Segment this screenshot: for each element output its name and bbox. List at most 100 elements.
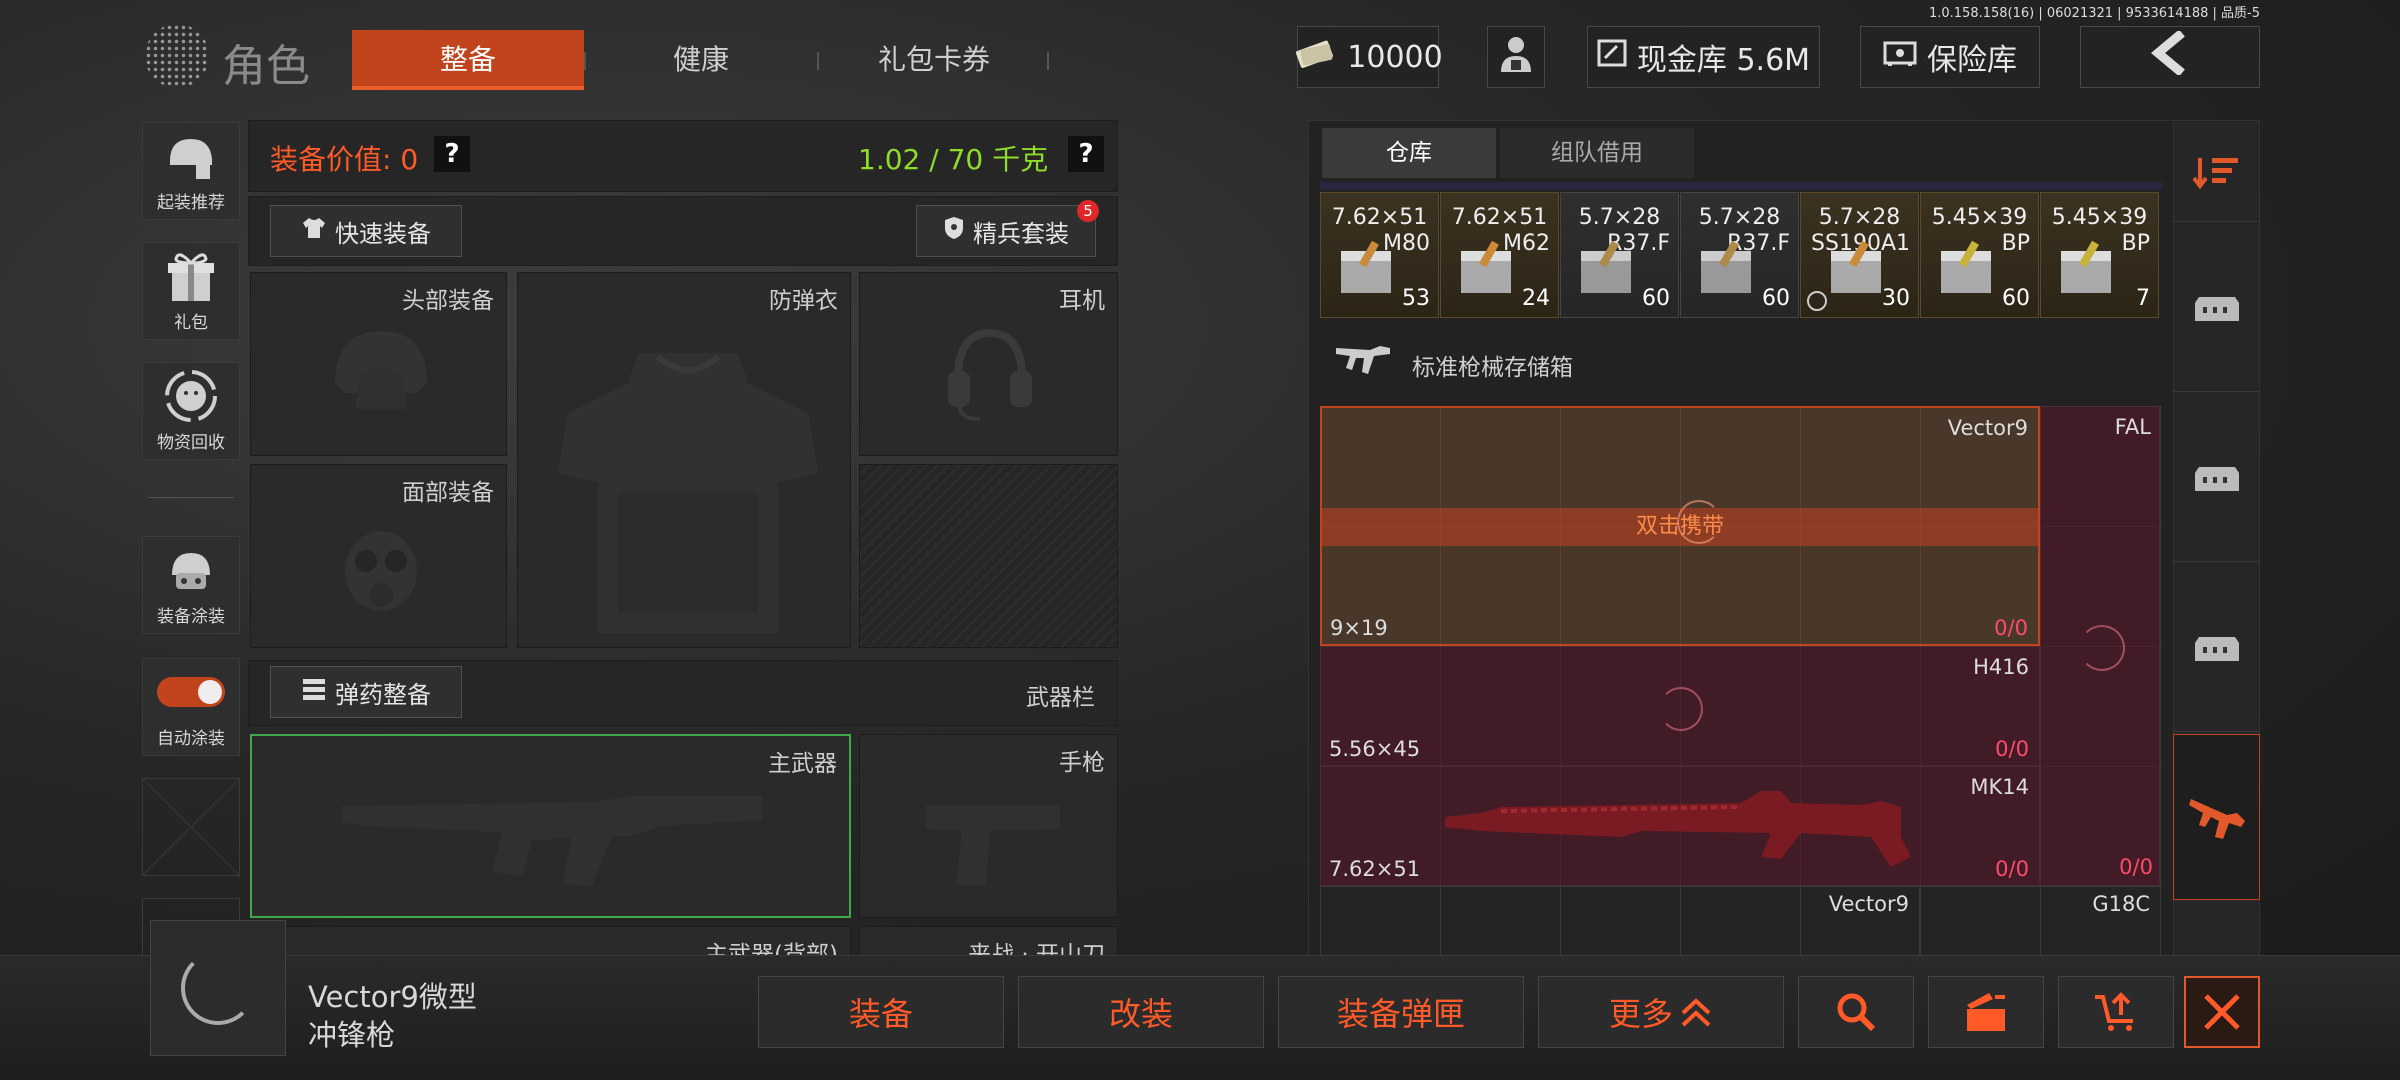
ammo-item[interactable]: 5.7×28 R37.F 60 [1560,192,1679,318]
weapon-bar-label: 武器栏 [1026,685,1095,711]
elite-suit-button[interactable]: 精兵套装 [916,205,1096,257]
sidebar-label: 物资回收 [157,433,225,453]
tab-gift-coupons[interactable]: 礼包卡券 [818,30,1050,90]
slot-label: 防弹衣 [769,288,838,314]
paint-helmet-icon [164,537,218,602]
weapon-name: H416 [1973,655,2029,679]
ammo-count: 0/0 [2119,855,2153,879]
mk14-rifle-icon [1445,791,1911,867]
ammo-box-icon [1941,241,1991,293]
pistol-slot[interactable]: 手枪 [859,734,1118,918]
sidebar-label: 起装推荐 [157,193,225,213]
caliber-label: 5.56×45 [1329,737,1421,761]
sell-button[interactable] [2058,976,2174,1048]
gift-button[interactable]: 礼包 [142,242,240,340]
cash-vault-button[interactable]: 现金库 5.6M [1587,26,1820,88]
tab-team-borrow[interactable]: 组队借用 [1500,128,1694,178]
headset-slot[interactable]: 耳机 [859,272,1118,456]
page-title: 角色 [222,41,310,92]
tab-equip[interactable]: 整备 [352,30,584,90]
gift-icon [166,243,216,308]
loading-spinner-icon [1659,687,1703,731]
elite-suit-label: 精兵套装 [973,219,1069,248]
ammo-item[interactable]: 5.45×39 BP 60 [1920,192,2039,318]
ammo-box-icon [1831,241,1881,293]
weapon-item-vector9-2[interactable]: Vector9 [1800,888,1920,958]
ammo-qty: 53 [1402,286,1430,311]
ammo-qty: 60 [1642,286,1670,311]
shirt-icon [301,216,327,246]
category-storage-3[interactable] [2173,562,2260,732]
head-slot[interactable]: 头部装备 [250,272,507,456]
face-slot[interactable]: 面部装备 [250,464,507,648]
trader-button[interactable] [1487,26,1545,88]
ammo-item[interactable]: 7.62×51 M62 24 [1440,192,1559,318]
trader-icon [1497,32,1535,82]
scroll-edge [1320,182,2162,190]
ammo-equip-button[interactable]: 弹药整备 [270,666,462,718]
weapon-item-fal[interactable]: FAL 0/0 [2040,406,2160,886]
ammo-caliber: 5.7×28 [1818,205,1901,230]
weapon-item-mk14[interactable]: MK14 7.62×51 0/0 [1320,766,2040,886]
shield-icon [943,215,965,247]
ammo-qty: 30 [1882,286,1910,311]
category-storage-2[interactable] [2173,392,2260,562]
loadout-recommend-button[interactable]: 起装推荐 [142,122,240,220]
storage-box-icon [2194,636,2239,661]
paint-button[interactable]: 装备涂装 [142,536,240,634]
cash-display[interactable]: 10000 [1296,26,1443,88]
tab-warehouse[interactable]: 仓库 [1322,128,1496,178]
safe-label: 保险库 [1927,43,2017,78]
category-storage-1[interactable] [2173,222,2260,392]
ammo-item[interactable]: 5.7×28 SS190A1 30 [1800,192,1919,318]
weapon-name: G18C [2092,892,2150,916]
weapon-item-vector9[interactable]: Vector9 双击携带 9×19 0/0 [1320,406,2040,646]
ammo-count: 0/0 [1994,616,2028,640]
safe-button[interactable]: 保险库 [1860,26,2040,88]
category-weapons[interactable] [2173,734,2260,900]
armor-slot[interactable]: 防弹衣 [517,272,851,648]
ammo-qty: 7 [2136,286,2150,311]
equip-magazine-button[interactable]: 装备弹匣 [1278,976,1524,1048]
value-help-icon[interactable]: ? [434,136,470,172]
back-button[interactable] [2080,26,2260,88]
search-button[interactable] [1798,976,1914,1048]
loading-spinner-icon [2079,625,2125,671]
ammo-item[interactable]: 5.45×39 BP 7 [2040,192,2159,318]
version-text: 1.0.158.158(16) | 06021321 | 9533614188 … [1928,6,2260,21]
weapon-item-g18c[interactable]: G18C [2040,888,2160,958]
loading-spinner-icon [181,951,255,1025]
recycle-button[interactable]: 物资回收 [142,362,240,460]
ammo-caliber: 5.7×28 [1578,205,1661,230]
ammo-caliber: 7.62×51 [1331,205,1428,230]
headset-icon [948,328,1032,421]
gas-mask-icon [345,531,417,611]
empty-slot [859,464,1118,648]
auto-paint-toggle[interactable]: 自动涂装 [142,658,240,756]
rifle-icon [1336,346,1390,374]
more-button[interactable]: 更多 [1538,976,1784,1048]
quick-equip-button[interactable]: 快速装备 [270,205,462,257]
weight-help-icon[interactable]: ? [1068,136,1104,172]
more-label: 更多 [1608,995,1673,1033]
ammo-caliber: 5.45×39 [1931,205,2028,230]
primary-weapon-slot[interactable]: 主武器 [250,734,851,918]
close-button[interactable] [2184,976,2260,1048]
container-open-icon [1967,993,2005,1031]
sort-button[interactable] [2173,122,2260,222]
equipment-value: 装备价值: 0 [270,143,419,176]
modify-button[interactable]: 改装 [1018,976,1264,1048]
open-container-button[interactable] [1928,976,2044,1048]
tab-health[interactable]: 健康 [585,30,817,90]
sidebar-label: 礼包 [174,313,208,333]
ammo-item[interactable]: 7.62×51 M80 53 [1320,192,1439,318]
selected-item-name: Vector9微型冲锋枪 [308,980,477,1052]
ammo-box-icon [1341,241,1391,293]
weapon-item-h416[interactable]: H416 5.56×45 0/0 [1320,646,2040,766]
slot-label: 面部装备 [402,480,494,506]
selected-item-thumbnail[interactable] [150,920,286,1056]
notification-badge: 5 [1077,200,1099,222]
ammo-box-icon [2061,241,2111,293]
equip-button[interactable]: 装备 [758,976,1004,1048]
ammo-item[interactable]: 5.7×28 R37.F 60 [1680,192,1799,318]
